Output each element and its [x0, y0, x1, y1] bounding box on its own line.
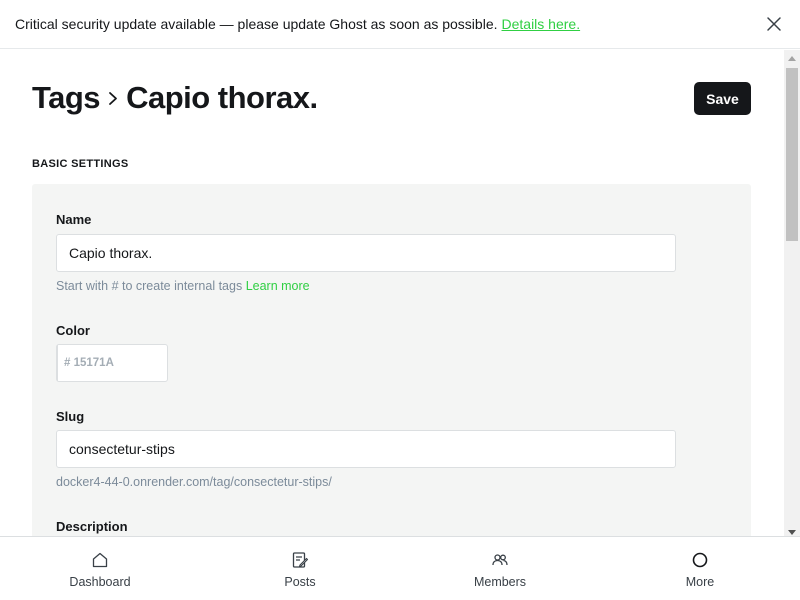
section-title-basic-settings: BASIC SETTINGS — [32, 158, 129, 170]
scrollbar[interactable] — [784, 50, 800, 536]
breadcrumb-tags-link[interactable]: Tags — [32, 80, 101, 116]
color-hex-input[interactable] — [58, 345, 219, 381]
slug-url-preview: docker4-44-0.onrender.com/tag/consectetu… — [56, 475, 332, 489]
breadcrumb: Tags Capio thorax. — [32, 80, 318, 116]
nav-item-dashboard[interactable]: Dashboard — [0, 537, 200, 600]
nav-label-more: More — [685, 575, 715, 589]
nav-item-members[interactable]: Members — [400, 537, 600, 600]
home-icon — [92, 552, 108, 568]
bottom-nav: Dashboard Posts Members More — [0, 536, 800, 600]
nav-label-members: Members — [473, 575, 527, 589]
basic-settings-panel: Name Start with # to create internal tag… — [32, 184, 751, 536]
chevron-right-icon — [109, 92, 117, 105]
learn-more-link[interactable]: Learn more — [246, 279, 310, 293]
name-label: Name — [56, 212, 92, 227]
nav-item-posts[interactable]: Posts — [200, 537, 400, 600]
scroll-down-arrow-icon[interactable] — [788, 530, 796, 535]
nav-item-more[interactable]: More — [600, 537, 800, 600]
main-content: Tags Capio thorax. Save BASIC SETTINGS N… — [0, 50, 784, 536]
nav-label-posts: Posts — [284, 575, 316, 589]
color-picker — [56, 344, 219, 382]
update-banner: Critical security update available — ple… — [0, 0, 800, 49]
scroll-thumb[interactable] — [786, 68, 798, 241]
slug-label: Slug — [56, 409, 85, 424]
save-button[interactable]: Save — [694, 82, 751, 115]
posts-icon — [292, 552, 309, 568]
scroll-up-arrow-icon[interactable] — [788, 56, 796, 61]
slug-input[interactable] — [56, 430, 676, 468]
name-hint: Start with # to create internal tags Lea… — [56, 279, 310, 293]
close-icon[interactable] — [766, 16, 782, 32]
banner-message: Critical security update available — ple… — [15, 16, 498, 32]
more-icon — [692, 552, 708, 568]
banner-details-link[interactable]: Details here. — [502, 16, 581, 32]
page-title: Capio thorax. — [126, 80, 318, 115]
members-icon — [492, 554, 508, 566]
description-label: Description — [56, 519, 128, 534]
color-label: Color — [56, 323, 90, 338]
name-input[interactable] — [56, 234, 676, 272]
name-hint-text: Start with # to create internal tags — [56, 279, 243, 293]
nav-label-dashboard: Dashboard — [69, 575, 131, 589]
